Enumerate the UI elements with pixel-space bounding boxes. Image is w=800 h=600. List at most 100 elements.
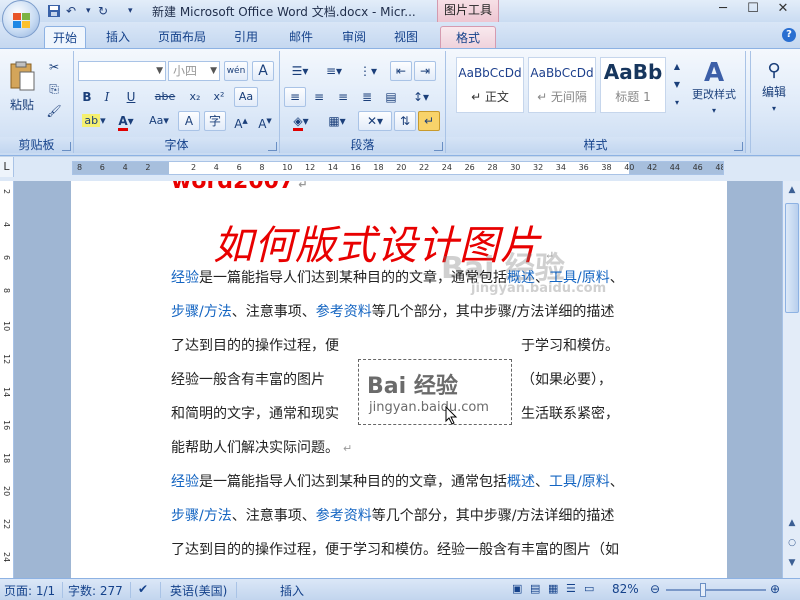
- page-count[interactable]: 页面: 1/1: [4, 582, 55, 599]
- style-heading-1[interactable]: AaBb 标题 1: [600, 57, 666, 113]
- scroll-down-icon[interactable]: ▲: [785, 516, 799, 530]
- redo-icon[interactable]: ↻: [98, 3, 108, 19]
- link[interactable]: 经验: [171, 270, 199, 286]
- show-marks-icon[interactable]: ↵: [418, 111, 440, 131]
- vertical-ruler[interactable]: 2 4 6 8 10 12 14 16 18 20 22 24: [0, 181, 14, 578]
- save-icon[interactable]: [46, 3, 62, 19]
- proofing-icon[interactable]: ✔: [138, 582, 148, 596]
- tab-home[interactable]: 开始: [44, 26, 86, 48]
- change-styles-button[interactable]: A 更改样式 ▾: [688, 57, 740, 123]
- language[interactable]: 英语(美国): [170, 582, 227, 599]
- outline-icon[interactable]: ☰: [566, 582, 576, 595]
- tab-mailings[interactable]: 邮件: [280, 26, 322, 48]
- zoom-level[interactable]: 82%: [612, 582, 639, 596]
- clipboard-launcher-icon[interactable]: [62, 142, 71, 151]
- superscript-button[interactable]: x²: [208, 87, 230, 107]
- link[interactable]: 工具/原料: [549, 270, 610, 286]
- align-right-icon[interactable]: ≡: [332, 87, 354, 107]
- undo-icon[interactable]: ↶: [66, 3, 76, 19]
- select-browse-object-icon[interactable]: ○: [785, 536, 799, 550]
- scroll-up-icon[interactable]: ▲: [785, 183, 799, 197]
- align-left-icon[interactable]: ≡: [284, 87, 306, 107]
- zoom-out-icon[interactable]: ⊖: [650, 582, 660, 596]
- tab-references[interactable]: 引用: [226, 26, 266, 48]
- print-layout-icon[interactable]: ▣: [512, 582, 522, 595]
- justify-icon[interactable]: ≣: [356, 87, 378, 107]
- link[interactable]: 概述: [507, 474, 535, 490]
- link[interactable]: 参考资料: [316, 304, 372, 320]
- zoom-slider-thumb[interactable]: [700, 583, 706, 597]
- maximize-button[interactable]: ☐: [738, 0, 768, 20]
- character-shading-button[interactable]: A: [178, 111, 200, 131]
- grow-font-icon[interactable]: A▲: [230, 111, 252, 131]
- insert-mode[interactable]: 插入: [280, 582, 304, 599]
- inline-picture[interactable]: Bai 经验 jingyan.baidu.com: [358, 359, 512, 425]
- link[interactable]: 参考资料: [316, 508, 372, 524]
- help-icon[interactable]: ?: [782, 28, 796, 42]
- font-name-combo[interactable]: ▼: [78, 61, 166, 81]
- tab-insert[interactable]: 插入: [98, 26, 138, 48]
- customize-qat-icon[interactable]: ▾: [128, 3, 133, 19]
- align-center-icon[interactable]: ≡: [308, 87, 330, 107]
- editing-button[interactable]: ⚲ 编辑 ▾: [755, 57, 793, 123]
- tab-view[interactable]: 视图: [386, 26, 426, 48]
- line-spacing-icon[interactable]: ↕▾: [404, 87, 438, 107]
- zoom-slider[interactable]: [666, 589, 766, 591]
- horizontal-ruler[interactable]: 8 6 4 2 2 4 6 8 10 12 14 16 18 20 22 24 26 28 30 32 34 36 38 40…: [72, 161, 724, 175]
- strikethrough-button[interactable]: abe: [150, 87, 180, 107]
- style-no-spacing[interactable]: AaBbCcDd ↵ 无间隔: [528, 57, 596, 113]
- paste-button[interactable]: 粘贴: [4, 55, 40, 119]
- link[interactable]: 步骤/方法: [171, 508, 232, 524]
- italic-button[interactable]: I: [98, 87, 116, 107]
- phonetic-guide-button[interactable]: wén: [224, 61, 248, 81]
- borders-icon[interactable]: ▦▾: [320, 111, 354, 131]
- vertical-scrollbar[interactable]: ▲ ▲ ○ ▼: [782, 181, 800, 578]
- character-border-button[interactable]: A: [252, 61, 274, 81]
- chinese-layout-icon[interactable]: ✕▾: [358, 111, 392, 131]
- shrink-font-icon[interactable]: A▼: [254, 111, 276, 131]
- distribute-icon[interactable]: ▤: [380, 87, 402, 107]
- enclose-characters-button[interactable]: 字: [204, 111, 226, 131]
- paragraph-launcher-icon[interactable]: [434, 142, 443, 151]
- scroll-thumb[interactable]: [785, 203, 799, 313]
- shading-icon[interactable]: ◈▾: [284, 111, 318, 131]
- web-layout-icon[interactable]: ▦: [548, 582, 558, 595]
- tab-review[interactable]: 审阅: [334, 26, 374, 48]
- sort-icon[interactable]: ⇅: [394, 111, 416, 131]
- bullets-icon[interactable]: ☰▾: [284, 61, 316, 81]
- link[interactable]: 经验: [171, 474, 199, 490]
- decrease-indent-icon[interactable]: ⇤: [390, 61, 412, 81]
- bold-button[interactable]: B: [78, 87, 96, 107]
- increase-indent-icon[interactable]: ⇥: [414, 61, 436, 81]
- change-case-button[interactable]: Aa▾: [144, 111, 174, 131]
- format-painter-icon[interactable]: 🖌: [44, 101, 64, 121]
- zoom-in-icon[interactable]: ⊕: [770, 582, 780, 596]
- style-gallery-scroll[interactable]: ▲ ▼ ▾: [670, 57, 684, 113]
- full-screen-reading-icon[interactable]: ▤: [530, 582, 540, 595]
- font-size-combo[interactable]: 小四 ▼: [168, 61, 220, 81]
- copy-icon[interactable]: ⎘: [44, 79, 64, 99]
- underline-button[interactable]: U: [118, 87, 144, 107]
- link[interactable]: 工具/原料: [549, 474, 610, 490]
- document-page[interactable]: word2007 ↵ 如何版式设计图片 ↵ Bai 经验 jingyan.baidu…: [71, 181, 727, 578]
- styles-launcher-icon[interactable]: [734, 142, 743, 151]
- subscript-button[interactable]: x₂: [184, 87, 206, 107]
- minimize-button[interactable]: ─: [708, 0, 738, 20]
- numbering-icon[interactable]: ≡▾: [318, 61, 350, 81]
- close-button[interactable]: ✕: [768, 0, 798, 20]
- link[interactable]: 概述: [507, 270, 535, 286]
- word-count[interactable]: 字数: 277: [68, 582, 123, 599]
- cut-icon[interactable]: ✂: [44, 57, 64, 77]
- link[interactable]: 步骤/方法: [171, 304, 232, 320]
- font-launcher-icon[interactable]: [268, 142, 277, 151]
- style-normal[interactable]: AaBbCcDd ↵ 正文: [456, 57, 524, 113]
- tab-format[interactable]: 格式: [440, 26, 496, 48]
- font-color-button[interactable]: A▾: [112, 111, 140, 131]
- document-area[interactable]: word2007 ↵ 如何版式设计图片 ↵ Bai 经验 jingyan.baidu…: [14, 181, 782, 578]
- office-button[interactable]: [2, 0, 40, 38]
- draft-icon[interactable]: ▭: [584, 582, 594, 595]
- highlight-color-button[interactable]: ab ▾: [78, 111, 110, 131]
- multilevel-list-icon[interactable]: ⋮▾: [352, 61, 384, 81]
- clear-formatting-button[interactable]: Aa: [234, 87, 258, 107]
- next-page-icon[interactable]: ▼: [785, 556, 799, 570]
